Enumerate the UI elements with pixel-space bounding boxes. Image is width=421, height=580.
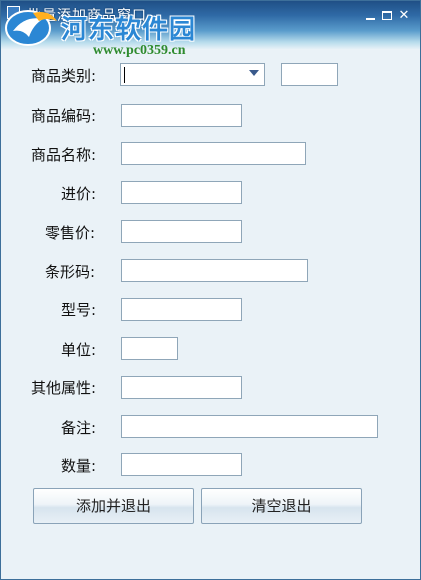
product-code-input[interactable] xyxy=(121,104,242,127)
text-caret xyxy=(124,67,125,83)
unit-input[interactable] xyxy=(121,337,178,360)
clear-and-exit-button[interactable]: 清空退出 xyxy=(201,488,362,524)
category-dropdown[interactable] xyxy=(120,63,265,86)
model-label: 型号: xyxy=(61,301,97,319)
quantity-input[interactable] xyxy=(121,453,242,476)
chevron-down-icon[interactable] xyxy=(249,70,259,76)
category-label: 商品类别: xyxy=(31,67,97,85)
watermark-site-name: 河东软件园 xyxy=(61,15,197,45)
close-button[interactable]: ✕ xyxy=(397,9,411,23)
other-attributes-label: 其他属性: xyxy=(31,379,97,397)
category-extra-input[interactable] xyxy=(281,63,338,86)
purchase-price-label: 进价: xyxy=(61,185,97,203)
model-input[interactable] xyxy=(121,298,242,321)
product-name-label: 商品名称: xyxy=(31,146,97,164)
quantity-label: 数量: xyxy=(61,457,97,475)
product-name-input[interactable] xyxy=(121,142,306,165)
other-attributes-input[interactable] xyxy=(121,376,242,399)
barcode-label: 条形码: xyxy=(45,263,96,281)
maximize-button[interactable] xyxy=(380,9,394,23)
logo-icon xyxy=(5,10,57,46)
minimize-button[interactable] xyxy=(363,9,377,23)
purchase-price-input[interactable] xyxy=(121,181,242,204)
add-product-dialog: 批量添加商品窗口 河东软件园 www.pc0359.cn ✕ 商品类别: 商品编… xyxy=(0,0,421,580)
maximize-icon xyxy=(382,11,392,20)
retail-price-input[interactable] xyxy=(121,220,242,243)
product-code-label: 商品编码: xyxy=(31,107,97,125)
remark-input[interactable] xyxy=(121,415,378,438)
minimize-icon xyxy=(365,18,375,20)
barcode-input[interactable] xyxy=(121,259,308,282)
unit-label: 单位: xyxy=(61,341,97,359)
retail-price-label: 零售价: xyxy=(45,224,96,242)
remark-label: 备注: xyxy=(61,419,97,437)
watermark-url: www.pc0359.cn xyxy=(93,43,186,58)
close-icon: ✕ xyxy=(398,8,410,23)
title-bar[interactable]: 批量添加商品窗口 河东软件园 www.pc0359.cn ✕ xyxy=(1,1,420,58)
add-and-exit-button[interactable]: 添加并退出 xyxy=(33,488,194,524)
